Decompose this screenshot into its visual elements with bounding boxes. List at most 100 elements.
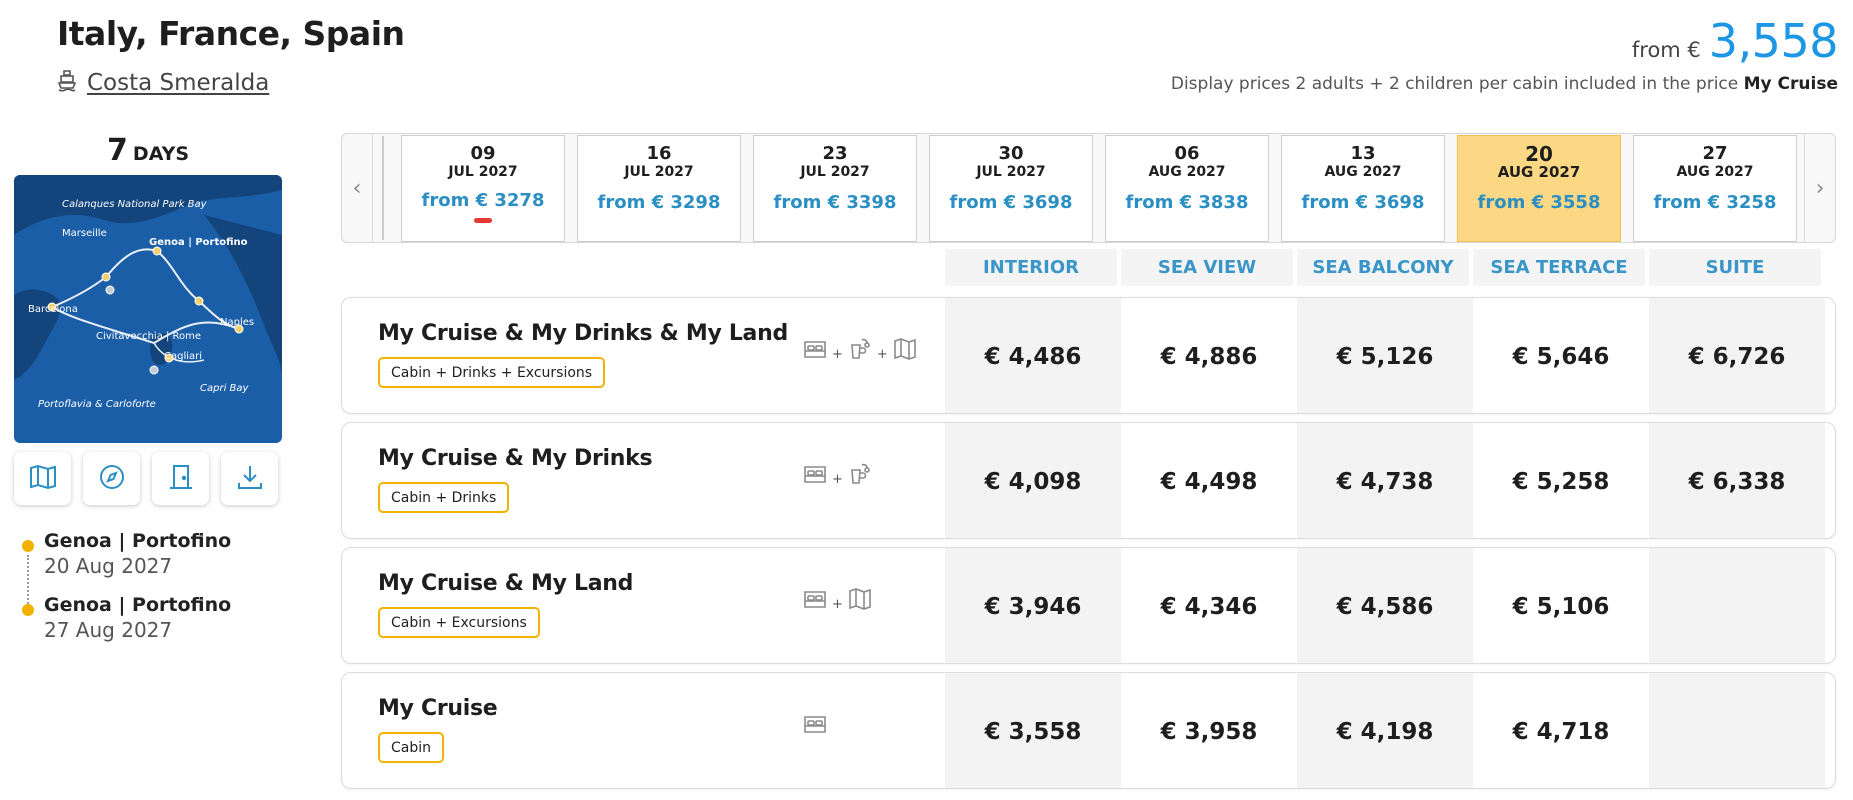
package-name: My Cruise & My Drinks & My Land [378,321,788,346]
price-cell[interactable]: € 5,646 [1473,298,1649,413]
package-icons [802,711,828,741]
map-label: Calanques National Park Bay [62,199,208,210]
date-option[interactable]: 09 JUL 2027 from € 3278 [401,135,565,242]
stop-date: 20 Aug 2027 [44,554,173,578]
date-option[interactable]: 13 AUG 2027 from € 3698 [1281,135,1445,242]
download-icon [235,462,265,496]
price-from-value: 3,558 [1708,14,1839,68]
date-indicator [474,218,492,223]
map-toolbar [14,452,278,505]
price-cell[interactable]: € 4,498 [1121,423,1297,538]
excursion-map-icon [847,586,873,616]
price-cell[interactable]: € 5,126 [1297,298,1473,413]
bed-icon [802,336,828,366]
date-option[interactable]: 27 AUG 2027 from € 3258 [1633,135,1797,242]
itinerary-stop: Genoa | Portofino 27 Aug 2027 [22,594,231,658]
display-prices-note: Display prices 2 adults + 2 children per… [1170,74,1838,94]
date-option[interactable]: 06 AUG 2027 from € 3838 [1105,135,1269,242]
package-icons: + [802,461,873,491]
cruise-duration: 7 DAYS [14,133,282,168]
bed-icon [802,461,828,491]
carousel-edge [382,136,384,240]
map-label: Marseille [62,228,107,239]
price-from: from € 3,558 [1631,14,1839,68]
price-cell[interactable]: € 5,106 [1473,548,1649,663]
departure-date-carousel: ‹ 09 JUL 2027 from € 3278 16 JUL 2027 fr… [341,133,1836,243]
route-map[interactable]: Calanques National Park Bay Marseille Ge… [14,175,282,443]
cabin-header-sea-balcony: SEA BALCONY [1297,249,1469,286]
prev-dates-button[interactable]: ‹ [342,134,373,242]
download-button[interactable] [221,452,278,505]
chevron-left-icon: ‹ [352,175,362,201]
price-cell[interactable]: € 4,886 [1121,298,1297,413]
itinerary: Genoa | Portofino 20 Aug 2027 Genoa | Po… [22,530,231,658]
package-row: My Cruise & My Drinks Cabin + Drinks + €… [341,422,1836,539]
price-cell[interactable]: € 4,346 [1121,548,1297,663]
ship-name: Costa Smeralda [87,70,270,96]
stop-dot [22,540,34,552]
price-cell[interactable]: € 3,946 [945,548,1121,663]
date-option[interactable]: 23 JUL 2027 from € 3398 [753,135,917,242]
date-option[interactable]: 16 JUL 2027 from € 3298 [577,135,741,242]
price-cell-empty [1649,673,1825,788]
package-name: My Cruise [378,696,498,721]
bed-icon [802,586,828,616]
excursion-map-icon [892,336,918,366]
map-label: Naples [220,317,254,328]
price-cell[interactable]: € 4,198 [1297,673,1473,788]
compass-button[interactable] [83,452,140,505]
stop-date: 27 Aug 2027 [44,618,173,642]
next-dates-button[interactable]: › [1804,134,1835,242]
package-row: My Cruise & My Drinks & My Land Cabin + … [341,297,1836,414]
cabin-header-sea-view: SEA VIEW [1121,249,1293,286]
price-cell[interactable]: € 4,486 [945,298,1121,413]
price-cell[interactable]: € 4,098 [945,423,1121,538]
display-note-package: My Cruise [1743,74,1838,94]
package-tag: Cabin + Drinks [378,482,510,513]
price-cell[interactable]: € 4,738 [1297,423,1473,538]
price-cell[interactable]: € 3,958 [1121,673,1297,788]
package-icons: + + [802,336,918,366]
duration-number: 7 [106,133,128,168]
package-tag: Cabin + Excursions [378,607,540,638]
price-cell[interactable]: € 3,558 [945,673,1121,788]
package-name: My Cruise & My Land [378,571,634,596]
price-cell[interactable]: € 5,258 [1473,423,1649,538]
package-name: My Cruise & My Drinks [378,446,653,471]
cruise-title: Italy, France, Spain [57,14,405,53]
map-label: Capri Bay [200,383,250,394]
ship-link[interactable]: Costa Smeralda [57,68,269,98]
price-cell[interactable]: € 4,586 [1297,548,1473,663]
door-icon [166,462,196,496]
deck-plan-button[interactable] [152,452,209,505]
package-row: My Cruise & My Land Cabin + Excursions +… [341,547,1836,664]
map-label: Civitavecchia | Rome [96,331,201,342]
chevron-right-icon: › [1815,175,1825,201]
map-icon [28,462,58,496]
map-label: Genoa | Portofino [149,237,248,248]
duration-unit: DAYS [132,143,190,165]
package-row: My Cruise Cabin € 3,558 € 3,958 € 4,198 … [341,672,1836,789]
map-label: Portoflavia & Carloforte [38,399,156,410]
map-view-button[interactable] [14,452,71,505]
price-cell[interactable]: € 6,338 [1649,423,1825,538]
cabin-header-suite: SUITE [1649,249,1821,286]
stop-dot [22,604,34,616]
price-cell[interactable]: € 6,726 [1649,298,1825,413]
ship-icon [57,68,77,98]
package-tag: Cabin + Drinks + Excursions [378,357,606,388]
date-option-selected[interactable]: 20 AUG 2027 from € 3558 [1457,135,1621,242]
date-option[interactable]: 30 JUL 2027 from € 3698 [929,135,1093,242]
stop-port: Genoa | Portofino [44,594,232,616]
itinerary-stop: Genoa | Portofino 20 Aug 2027 [22,530,231,594]
stop-port: Genoa | Portofino [44,530,232,552]
price-cell[interactable]: € 4,718 [1473,673,1649,788]
map-label: Barcelona [28,304,78,315]
package-tag: Cabin [378,732,445,763]
cabin-header-sea-terrace: SEA TERRACE [1473,249,1645,286]
cabin-header-interior: INTERIOR [945,249,1117,286]
drinks-icon [847,336,873,366]
bed-icon [802,711,828,741]
price-from-label: from € [1631,38,1701,62]
compass-icon [97,462,127,496]
